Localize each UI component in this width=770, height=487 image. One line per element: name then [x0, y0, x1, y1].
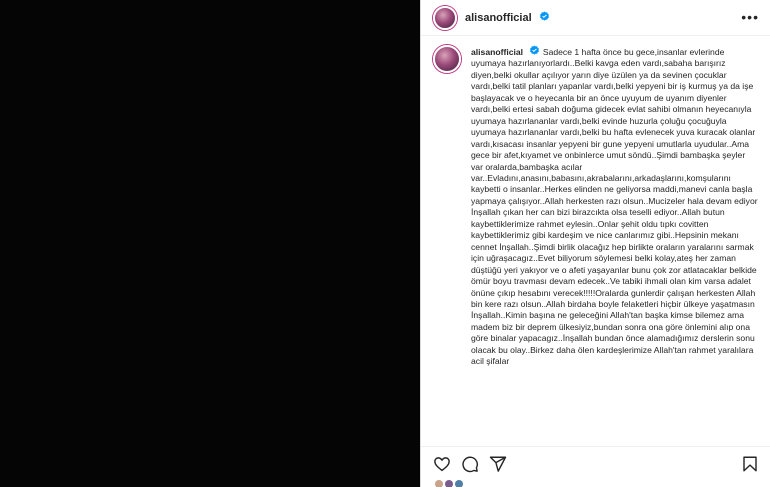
like-button[interactable]	[431, 453, 453, 475]
comment-button[interactable]	[459, 453, 481, 475]
instagram-post-view: alisanofficial ••• alisanofficial Sadece…	[0, 0, 770, 487]
post-header: alisanofficial •••	[421, 0, 770, 36]
share-button[interactable]	[487, 453, 509, 475]
avatar[interactable]	[455, 480, 463, 487]
post-media-image[interactable]	[0, 0, 420, 487]
save-button[interactable]	[739, 453, 761, 475]
caption-content: Sadece 1 hafta önce bu gece,insanlar evl…	[471, 47, 758, 367]
caption-body: alisanofficial Sadece 1 hafta önce bu ge…	[471, 45, 759, 442]
header-username[interactable]: alisanofficial	[465, 11, 550, 24]
verified-badge-icon	[530, 45, 540, 55]
share-icon	[489, 456, 507, 472]
more-options-icon[interactable]: •••	[741, 10, 759, 24]
avatar[interactable]	[435, 480, 443, 487]
header-username-text[interactable]: alisanofficial	[465, 12, 532, 24]
caption-username[interactable]: alisanofficial	[471, 47, 523, 57]
caption-avatar[interactable]	[433, 45, 461, 73]
caption-section: alisanofficial Sadece 1 hafta önce bu ge…	[421, 37, 770, 442]
comment-icon	[462, 456, 478, 472]
bookmark-icon	[743, 456, 757, 471]
caption-text: alisanofficial Sadece 1 hafta önce bu ge…	[471, 45, 759, 368]
action-bar	[421, 446, 770, 480]
avatar[interactable]	[445, 480, 453, 487]
post-sidebar: alisanofficial ••• alisanofficial Sadece…	[420, 0, 770, 487]
liked-by-avatars	[421, 480, 770, 487]
avatar[interactable]	[433, 5, 457, 30]
verified-badge-icon	[539, 11, 549, 21]
heart-icon	[434, 456, 450, 471]
